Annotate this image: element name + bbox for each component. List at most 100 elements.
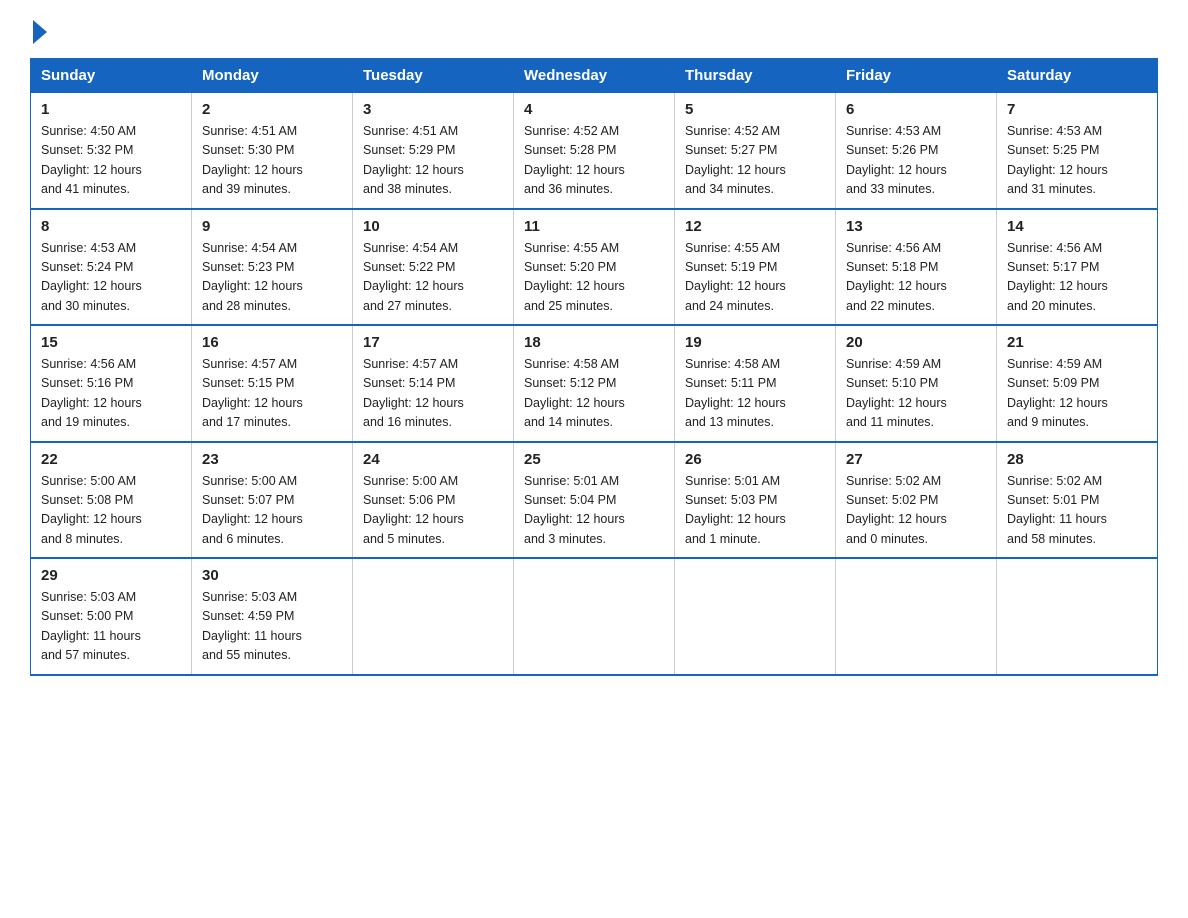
day-number: 9 bbox=[202, 218, 342, 235]
day-number: 7 bbox=[1007, 101, 1147, 118]
day-number: 6 bbox=[846, 101, 986, 118]
logo-triangle-icon bbox=[33, 20, 47, 44]
logo bbox=[30, 20, 50, 40]
day-info: Sunrise: 5:02 AM Sunset: 5:01 PM Dayligh… bbox=[1007, 472, 1147, 550]
day-number: 5 bbox=[685, 101, 825, 118]
calendar-cell: 24 Sunrise: 5:00 AM Sunset: 5:06 PM Dayli… bbox=[353, 442, 514, 559]
calendar-cell: 20Sunrise: 4:59 AM Sunset: 5:10 PM Dayli… bbox=[836, 325, 997, 442]
calendar-cell: 6 Sunrise: 4:53 AM Sunset: 5:26 PM Daylig… bbox=[836, 93, 997, 209]
calendar-cell bbox=[997, 558, 1158, 675]
day-info: Sunrise: 4:50 AM Sunset: 5:32 PM Dayligh… bbox=[41, 122, 181, 200]
calendar-week-row: 15 Sunrise: 4:56 AM Sunset: 5:16 PM Dayli… bbox=[31, 325, 1158, 442]
day-info: Sunrise: 5:03 AM Sunset: 5:00 PM Dayligh… bbox=[41, 588, 181, 666]
calendar-cell: 3 Sunrise: 4:51 AM Sunset: 5:29 PM Daylig… bbox=[353, 93, 514, 209]
column-header-thursday: Thursday bbox=[675, 59, 836, 93]
day-info: Sunrise: 5:00 AM Sunset: 5:07 PM Dayligh… bbox=[202, 472, 342, 550]
calendar-cell: 14Sunrise: 4:56 AM Sunset: 5:17 PM Dayli… bbox=[997, 209, 1158, 326]
day-info: Sunrise: 4:53 AM Sunset: 5:24 PM Dayligh… bbox=[41, 239, 181, 317]
calendar-cell: 22 Sunrise: 5:00 AM Sunset: 5:08 PM Dayli… bbox=[31, 442, 192, 559]
day-number: 17 bbox=[363, 334, 503, 351]
calendar-cell: 17 Sunrise: 4:57 AM Sunset: 5:14 PM Dayli… bbox=[353, 325, 514, 442]
day-number: 11 bbox=[524, 218, 664, 235]
day-number: 20 bbox=[846, 334, 986, 351]
day-number: 2 bbox=[202, 101, 342, 118]
calendar-table: SundayMondayTuesdayWednesdayThursdayFrid… bbox=[30, 58, 1158, 676]
day-number: 14 bbox=[1007, 218, 1147, 235]
day-info: Sunrise: 4:56 AM Sunset: 5:18 PM Dayligh… bbox=[846, 239, 986, 317]
day-number: 26 bbox=[685, 451, 825, 468]
calendar-week-row: 8 Sunrise: 4:53 AM Sunset: 5:24 PM Daylig… bbox=[31, 209, 1158, 326]
day-info: Sunrise: 4:54 AM Sunset: 5:23 PM Dayligh… bbox=[202, 239, 342, 317]
calendar-cell: 8 Sunrise: 4:53 AM Sunset: 5:24 PM Daylig… bbox=[31, 209, 192, 326]
page-header bbox=[30, 20, 1158, 40]
day-info: Sunrise: 4:58 AM Sunset: 5:12 PM Dayligh… bbox=[524, 355, 664, 433]
day-info: Sunrise: 5:01 AM Sunset: 5:03 PM Dayligh… bbox=[685, 472, 825, 550]
day-number: 23 bbox=[202, 451, 342, 468]
calendar-cell: 29 Sunrise: 5:03 AM Sunset: 5:00 PM Dayli… bbox=[31, 558, 192, 675]
calendar-cell: 2 Sunrise: 4:51 AM Sunset: 5:30 PM Daylig… bbox=[192, 93, 353, 209]
calendar-cell: 1Sunrise: 4:50 AM Sunset: 5:32 PM Daylig… bbox=[31, 93, 192, 209]
column-header-sunday: Sunday bbox=[31, 59, 192, 93]
day-number: 18 bbox=[524, 334, 664, 351]
day-number: 12 bbox=[685, 218, 825, 235]
day-info: Sunrise: 4:58 AM Sunset: 5:11 PM Dayligh… bbox=[685, 355, 825, 433]
day-number: 8 bbox=[41, 218, 181, 235]
day-info: Sunrise: 4:52 AM Sunset: 5:28 PM Dayligh… bbox=[524, 122, 664, 200]
day-info: Sunrise: 4:56 AM Sunset: 5:16 PM Dayligh… bbox=[41, 355, 181, 433]
calendar-cell: 9 Sunrise: 4:54 AM Sunset: 5:23 PM Daylig… bbox=[192, 209, 353, 326]
column-header-saturday: Saturday bbox=[997, 59, 1158, 93]
day-info: Sunrise: 5:00 AM Sunset: 5:06 PM Dayligh… bbox=[363, 472, 503, 550]
calendar-cell: 23 Sunrise: 5:00 AM Sunset: 5:07 PM Dayli… bbox=[192, 442, 353, 559]
calendar-cell: 13 Sunrise: 4:56 AM Sunset: 5:18 PM Dayli… bbox=[836, 209, 997, 326]
day-number: 22 bbox=[41, 451, 181, 468]
calendar-cell: 19 Sunrise: 4:58 AM Sunset: 5:11 PM Dayli… bbox=[675, 325, 836, 442]
calendar-cell: 4 Sunrise: 4:52 AM Sunset: 5:28 PM Daylig… bbox=[514, 93, 675, 209]
calendar-cell: 27 Sunrise: 5:02 AM Sunset: 5:02 PM Dayli… bbox=[836, 442, 997, 559]
day-number: 10 bbox=[363, 218, 503, 235]
day-info: Sunrise: 5:03 AM Sunset: 4:59 PM Dayligh… bbox=[202, 588, 342, 666]
day-number: 3 bbox=[363, 101, 503, 118]
day-number: 19 bbox=[685, 334, 825, 351]
calendar-week-row: 29 Sunrise: 5:03 AM Sunset: 5:00 PM Dayli… bbox=[31, 558, 1158, 675]
calendar-cell: 25Sunrise: 5:01 AM Sunset: 5:04 PM Dayli… bbox=[514, 442, 675, 559]
calendar-cell: 7 Sunrise: 4:53 AM Sunset: 5:25 PM Daylig… bbox=[997, 93, 1158, 209]
column-header-friday: Friday bbox=[836, 59, 997, 93]
calendar-cell: 30Sunrise: 5:03 AM Sunset: 4:59 PM Dayli… bbox=[192, 558, 353, 675]
day-info: Sunrise: 5:01 AM Sunset: 5:04 PM Dayligh… bbox=[524, 472, 664, 550]
calendar-cell bbox=[836, 558, 997, 675]
calendar-cell: 10 Sunrise: 4:54 AM Sunset: 5:22 PM Dayli… bbox=[353, 209, 514, 326]
day-info: Sunrise: 4:52 AM Sunset: 5:27 PM Dayligh… bbox=[685, 122, 825, 200]
day-number: 24 bbox=[363, 451, 503, 468]
day-info: Sunrise: 4:55 AM Sunset: 5:20 PM Dayligh… bbox=[524, 239, 664, 317]
day-number: 13 bbox=[846, 218, 986, 235]
calendar-week-row: 1Sunrise: 4:50 AM Sunset: 5:32 PM Daylig… bbox=[31, 93, 1158, 209]
calendar-cell: 26 Sunrise: 5:01 AM Sunset: 5:03 PM Dayli… bbox=[675, 442, 836, 559]
calendar-week-row: 22 Sunrise: 5:00 AM Sunset: 5:08 PM Dayli… bbox=[31, 442, 1158, 559]
day-info: Sunrise: 4:54 AM Sunset: 5:22 PM Dayligh… bbox=[363, 239, 503, 317]
day-info: Sunrise: 4:51 AM Sunset: 5:30 PM Dayligh… bbox=[202, 122, 342, 200]
day-info: Sunrise: 4:53 AM Sunset: 5:25 PM Dayligh… bbox=[1007, 122, 1147, 200]
calendar-cell: 15 Sunrise: 4:56 AM Sunset: 5:16 PM Dayli… bbox=[31, 325, 192, 442]
day-number: 15 bbox=[41, 334, 181, 351]
calendar-cell: 28 Sunrise: 5:02 AM Sunset: 5:01 PM Dayli… bbox=[997, 442, 1158, 559]
day-number: 21 bbox=[1007, 334, 1147, 351]
calendar-cell: 18 Sunrise: 4:58 AM Sunset: 5:12 PM Dayli… bbox=[514, 325, 675, 442]
day-info: Sunrise: 5:00 AM Sunset: 5:08 PM Dayligh… bbox=[41, 472, 181, 550]
column-header-tuesday: Tuesday bbox=[353, 59, 514, 93]
day-info: Sunrise: 4:57 AM Sunset: 5:15 PM Dayligh… bbox=[202, 355, 342, 433]
day-number: 4 bbox=[524, 101, 664, 118]
calendar-cell: 16Sunrise: 4:57 AM Sunset: 5:15 PM Dayli… bbox=[192, 325, 353, 442]
calendar-cell bbox=[675, 558, 836, 675]
calendar-cell: 21 Sunrise: 4:59 AM Sunset: 5:09 PM Dayli… bbox=[997, 325, 1158, 442]
calendar-cell bbox=[353, 558, 514, 675]
day-number: 28 bbox=[1007, 451, 1147, 468]
day-info: Sunrise: 4:51 AM Sunset: 5:29 PM Dayligh… bbox=[363, 122, 503, 200]
calendar-cell: 5 Sunrise: 4:52 AM Sunset: 5:27 PM Daylig… bbox=[675, 93, 836, 209]
day-number: 27 bbox=[846, 451, 986, 468]
day-info: Sunrise: 4:53 AM Sunset: 5:26 PM Dayligh… bbox=[846, 122, 986, 200]
day-info: Sunrise: 4:57 AM Sunset: 5:14 PM Dayligh… bbox=[363, 355, 503, 433]
day-number: 29 bbox=[41, 567, 181, 584]
calendar-cell bbox=[514, 558, 675, 675]
day-info: Sunrise: 4:59 AM Sunset: 5:09 PM Dayligh… bbox=[1007, 355, 1147, 433]
day-info: Sunrise: 5:02 AM Sunset: 5:02 PM Dayligh… bbox=[846, 472, 986, 550]
